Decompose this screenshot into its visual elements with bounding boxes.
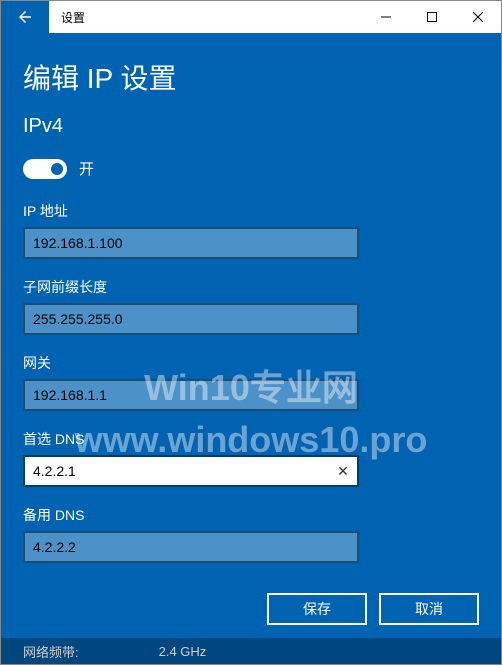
gateway-input[interactable]: [23, 379, 359, 411]
close-icon: [473, 12, 483, 22]
page-title: 编辑 IP 设置: [23, 57, 479, 97]
ipv4-toggle-row: 开: [23, 158, 479, 179]
minimize-icon: [381, 12, 391, 22]
ipv4-toggle[interactable]: [23, 159, 67, 179]
close-button[interactable]: [455, 1, 501, 33]
dns1-input[interactable]: [23, 455, 359, 487]
clear-input-button[interactable]: ✕: [331, 459, 355, 483]
window-controls: [363, 1, 501, 33]
page-subtitle: IPv4: [23, 115, 479, 138]
back-button[interactable]: [1, 1, 49, 33]
dns2-label: 备用 DNS: [23, 505, 479, 525]
save-button[interactable]: 保存: [267, 593, 367, 625]
action-bar: 保存 取消: [1, 581, 501, 641]
gateway-field: 网关: [23, 353, 479, 411]
title-bar: 设置: [1, 1, 501, 33]
window-title: 设置: [49, 1, 363, 33]
subnet-input[interactable]: [23, 303, 359, 335]
ip-field: IP 地址: [23, 201, 479, 259]
toggle-knob-icon: [51, 163, 63, 175]
status-label: 网络频带:: [23, 642, 79, 661]
subnet-label: 子网前缀长度: [23, 277, 479, 297]
clear-icon: ✕: [337, 463, 349, 480]
toggle-label: 开: [79, 158, 94, 179]
minimize-button[interactable]: [363, 1, 409, 33]
status-value: 2.4 GHz: [159, 644, 207, 659]
dns2-field: 备用 DNS: [23, 505, 479, 563]
maximize-icon: [427, 12, 437, 22]
ip-label: IP 地址: [23, 201, 479, 221]
content-area: 编辑 IP 设置 IPv4 开 IP 地址 子网前缀长度 网关 首选 DNS ✕…: [1, 33, 501, 563]
dns2-input[interactable]: [23, 531, 359, 563]
dns1-field: 首选 DNS ✕: [23, 429, 479, 487]
dns1-label: 首选 DNS: [23, 429, 479, 449]
subnet-field: 子网前缀长度: [23, 277, 479, 335]
ip-input[interactable]: [23, 227, 359, 259]
status-bar: 网络频带: 2.4 GHz: [1, 638, 501, 664]
maximize-button[interactable]: [409, 1, 455, 33]
cancel-button[interactable]: 取消: [379, 593, 479, 625]
gateway-label: 网关: [23, 353, 479, 373]
arrow-left-icon: [16, 8, 34, 26]
